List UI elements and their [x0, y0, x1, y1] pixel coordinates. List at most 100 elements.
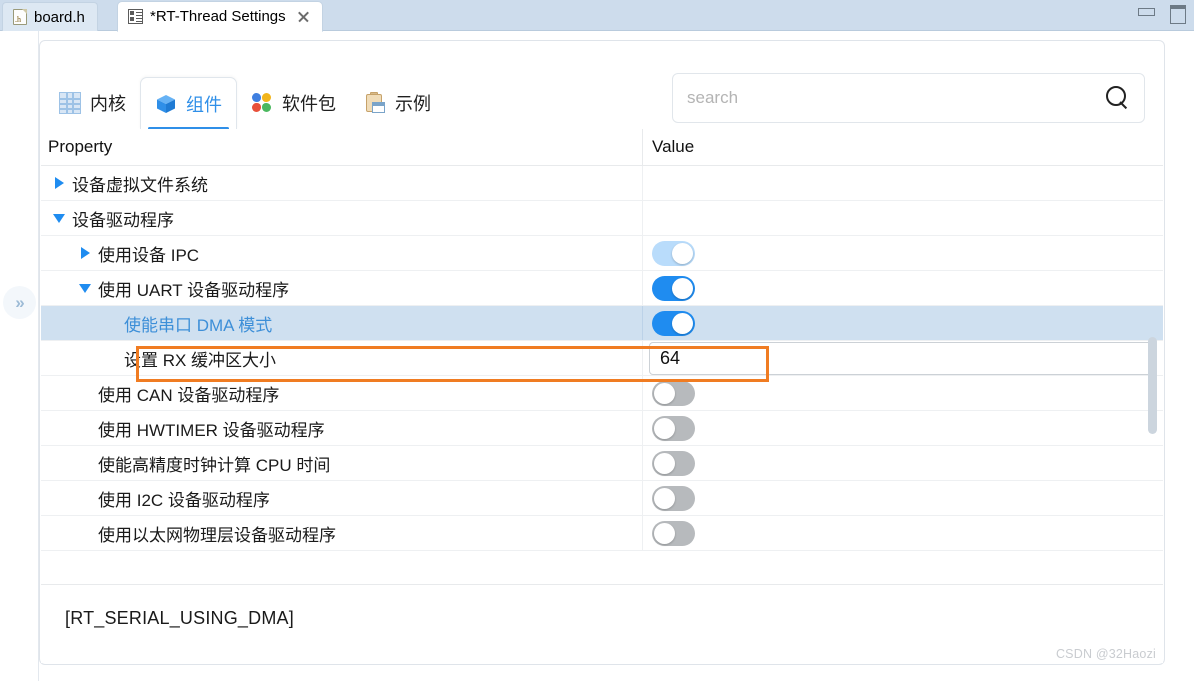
vertical-scrollbar[interactable]	[1148, 297, 1157, 584]
row-value-cell	[642, 481, 1163, 515]
table-row[interactable]: 使用设备 IPC	[41, 236, 1163, 271]
window-controls	[1137, 4, 1186, 24]
tab-kernel[interactable]: 内核	[45, 77, 140, 129]
editor-tab-label: board.h	[34, 8, 85, 26]
number-input[interactable]: 64	[649, 341, 1152, 375]
minimize-icon[interactable]	[1137, 4, 1155, 20]
row-property-cell: 使能高精度时钟计算 CPU 时间	[41, 446, 642, 480]
row-property-cell: 使用 CAN 设备驱动程序	[41, 376, 642, 410]
property-tree[interactable]: Property Value 设备虚拟文件系统 设备驱动程序使用设备 IPC 使用 …	[41, 129, 1163, 584]
row-value-cell: 64	[642, 341, 1163, 375]
toggle-knob	[654, 452, 675, 474]
toggle-knob	[672, 312, 693, 334]
kernel-grid-icon	[59, 92, 81, 114]
toggle-switch[interactable]	[652, 380, 695, 406]
table-row[interactable]: 使用 CAN 设备驱动程序	[41, 376, 1163, 411]
toggle-switch[interactable]	[652, 485, 695, 511]
row-label: 使用以太网物理层设备驱动程序	[98, 525, 336, 545]
description-area: [RT_SERIAL_USING_DMA] CSDN @32Haozi	[41, 584, 1163, 663]
row-value-cell	[642, 446, 1163, 480]
editor-tab-rt-thread-settings[interactable]: *RT-Thread Settings	[117, 1, 323, 32]
config-macro-text: [RT_SERIAL_USING_DMA]	[65, 608, 294, 628]
row-label: 设置 RX 缓冲区大小	[124, 350, 277, 370]
row-property-cell: 设置 RX 缓冲区大小	[41, 341, 642, 375]
search-input[interactable]	[687, 88, 1104, 108]
row-property-cell: 使用以太网物理层设备驱动程序	[41, 516, 642, 550]
search-box[interactable]	[672, 73, 1145, 123]
table-row[interactable]: 设备驱动程序	[41, 201, 1163, 236]
table-row[interactable]: 设备虚拟文件系统	[41, 166, 1163, 201]
table-row[interactable]: 使用 UART 设备驱动程序	[41, 271, 1163, 306]
tab-label: 示例	[395, 94, 431, 114]
row-label: 使用设备 IPC	[98, 245, 200, 265]
toggle-knob	[654, 417, 675, 439]
toggle-switch[interactable]	[652, 275, 695, 301]
table-row[interactable]: 使能串口 DMA 模式	[41, 306, 1163, 341]
toggle-switch[interactable]	[652, 240, 695, 266]
row-label: 使用 HWTIMER 设备驱动程序	[98, 420, 325, 440]
row-value-cell	[642, 271, 1163, 305]
settings-icon	[128, 9, 143, 24]
toggle-knob	[672, 242, 693, 264]
restore-views-icon[interactable]: »	[3, 286, 36, 319]
packages-flower-icon	[251, 92, 273, 114]
row-property-cell: 使用 HWTIMER 设备驱动程序	[41, 411, 642, 445]
row-property-cell: 使用 UART 设备驱动程序	[41, 271, 642, 305]
h-file-icon	[13, 9, 27, 25]
scrollbar-thumb[interactable]	[1148, 337, 1157, 434]
row-label: 设备驱动程序	[72, 210, 174, 230]
chevron-down-icon[interactable]	[50, 213, 68, 223]
tab-packages[interactable]: 软件包	[237, 77, 350, 129]
examples-clipboard-icon	[364, 92, 386, 114]
toggle-knob	[672, 277, 693, 299]
tab-components[interactable]: 组件	[140, 77, 237, 130]
close-icon[interactable]	[297, 10, 310, 23]
table-row[interactable]: 使用 HWTIMER 设备驱动程序	[41, 411, 1163, 446]
chevron-right-icon[interactable]	[50, 177, 68, 189]
tab-label: 内核	[90, 94, 126, 114]
row-label: 使用 I2C 设备驱动程序	[98, 490, 270, 510]
table-row[interactable]: 使用 I2C 设备驱动程序	[41, 481, 1163, 516]
settings-panel: 内核 组件 软件包 示例 search Property Value 设备虚拟文…	[39, 40, 1165, 665]
search-icon[interactable]	[1104, 85, 1130, 111]
row-value-cell	[642, 376, 1163, 410]
tab-examples[interactable]: 示例	[350, 77, 445, 129]
editor-tab-board-h[interactable]: board.h	[2, 2, 98, 31]
tab-label: 软件包	[282, 94, 336, 114]
toggle-knob	[654, 382, 675, 404]
chevron-right-icon[interactable]	[76, 247, 94, 259]
editor-tab-label: *RT-Thread Settings	[150, 8, 286, 25]
category-tabs: 内核 组件 软件包 示例	[40, 69, 445, 130]
toggle-knob	[654, 522, 675, 544]
row-property-cell: 设备虚拟文件系统	[41, 166, 642, 200]
toggle-switch[interactable]	[652, 450, 695, 476]
row-value-cell	[642, 306, 1163, 340]
toggle-switch[interactable]	[652, 415, 695, 441]
row-label: 设备虚拟文件系统	[72, 175, 208, 195]
table-row[interactable]: 使能高精度时钟计算 CPU 时间	[41, 446, 1163, 481]
column-header-property: Property	[48, 137, 113, 156]
maximize-icon[interactable]	[1168, 4, 1186, 24]
row-value-cell	[642, 166, 1163, 200]
row-label: 使用 CAN 设备驱动程序	[98, 385, 280, 405]
table-body: 设备虚拟文件系统 设备驱动程序使用设备 IPC 使用 UART 设备驱动程序使能串口…	[41, 166, 1163, 551]
toggle-switch[interactable]	[652, 520, 695, 546]
components-cube-icon	[155, 93, 177, 115]
rt-thread-settings-window: board.h *RT-Thread Settings » 内核	[0, 0, 1194, 681]
column-header-value: Value	[642, 129, 1163, 165]
row-value-cell	[642, 516, 1163, 550]
row-label: 使能高精度时钟计算 CPU 时间	[98, 455, 331, 475]
toggle-switch[interactable]	[652, 310, 695, 336]
row-property-cell: 设备驱动程序	[41, 201, 642, 235]
row-label: 使能串口 DMA 模式	[124, 315, 273, 335]
chevron-down-icon[interactable]	[76, 283, 94, 293]
table-row[interactable]: 设置 RX 缓冲区大小 64	[41, 341, 1163, 376]
row-property-cell: 使用 I2C 设备驱动程序	[41, 481, 642, 515]
row-value-cell	[642, 236, 1163, 270]
editor-tab-strip: board.h *RT-Thread Settings	[0, 0, 1194, 32]
tab-label: 组件	[186, 94, 222, 115]
table-header: Property Value	[41, 129, 1163, 166]
row-value-cell	[642, 201, 1163, 235]
toggle-knob	[654, 487, 675, 509]
table-row[interactable]: 使用以太网物理层设备驱动程序	[41, 516, 1163, 551]
